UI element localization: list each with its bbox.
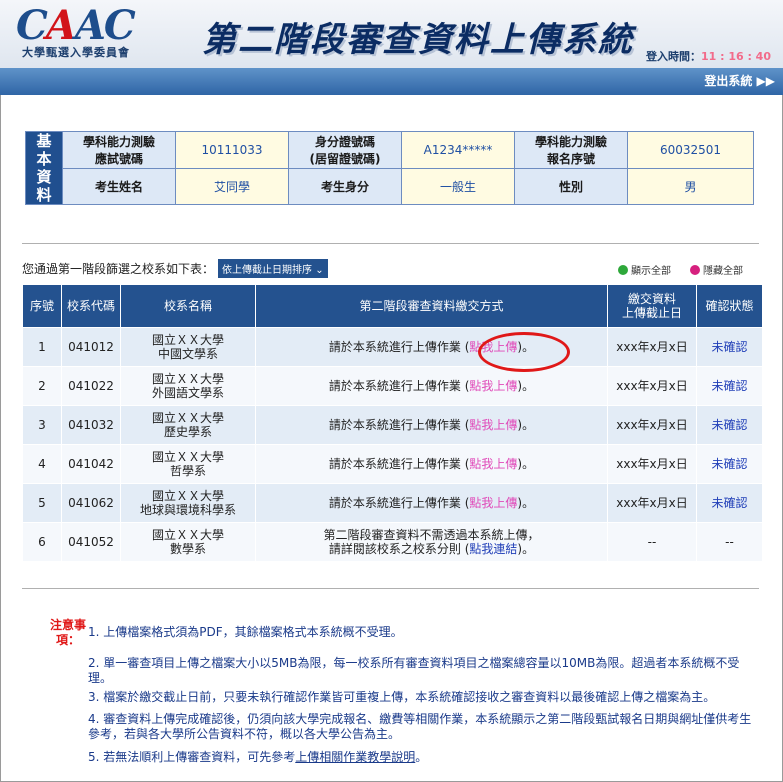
list-intro: 您通過第一階段篩選之校系如下表： 依上傳截止日期排序 ⌄	[22, 259, 328, 278]
caac-logo: CAAC 大學甄選入學委員會	[12, 2, 182, 60]
note-1: 1. 上傳檔案格式須為PDF，其餘檔案格式本系統概不受理。	[88, 625, 403, 639]
note-2: 2. 單一審查項目上傳之檔案大小以5MB為限，每一校系所有審查資料項目之檔案總容…	[88, 656, 740, 685]
col-header-deadline: 繳交資料 上傳截止日	[607, 284, 697, 328]
tutorial-link[interactable]: 上傳相關作業教學說明	[295, 750, 415, 764]
basic-info-table: 基本資料 學科能力測驗 應試號碼 10111033 身分證號碼 (居留證號碼) A1…	[25, 130, 754, 205]
sort-button[interactable]: 依上傳截止日期排序 ⌄	[218, 259, 328, 278]
nav-bar: 登出系統 ▶▶	[0, 68, 783, 95]
notes-label: 注意事 項：	[50, 618, 87, 647]
status-link[interactable]: 未確認	[711, 340, 747, 354]
gender-label: 性別	[514, 168, 628, 205]
table-row: 3 041032 國立ＸＸ大學 歷史學系 請於本系統進行上傳作業 (點我上傳)。 …	[22, 405, 763, 445]
divider	[22, 243, 759, 244]
hide-all-toggle[interactable]: 隱藏全部	[690, 262, 743, 277]
status-label: 考生身分	[288, 168, 402, 205]
status-link[interactable]: 未確認	[711, 496, 747, 510]
pink-dot-icon	[690, 265, 700, 275]
basic-info-side-label: 基本資料	[25, 131, 63, 205]
id-label: 身分證號碼 (居留證號碼)	[288, 130, 402, 170]
reg-value: 60032501	[627, 130, 754, 170]
upload-link[interactable]: 點我上傳	[469, 379, 517, 393]
name-value: 艾同學	[175, 168, 289, 205]
green-dot-icon	[618, 265, 628, 275]
id-value: A1234*****	[401, 130, 515, 170]
login-time: 登入時間：11 : 16 : 40	[645, 50, 771, 63]
upload-link[interactable]: 點我上傳	[469, 418, 517, 432]
note-3: 3. 檔案於繳交截止日前，只要未執行確認作業皆可重複上傳，本系統確認接收之審查資…	[88, 690, 716, 704]
status-link[interactable]: 未確認	[711, 418, 747, 432]
header: CAAC 大學甄選入學委員會 第二階段審查資料上傳系統 登入時間：11 : 16…	[0, 0, 783, 68]
note-5: 5. 若無法順利上傳審查資料，可先參考上傳相關作業教學說明。	[88, 750, 428, 764]
department-table: 序號 校系代碼 校系名稱 第二階段審查資料繳交方式 繳交資料 上傳截止日 確認狀態…	[22, 284, 763, 562]
divider	[22, 588, 759, 589]
logo-mark: CAAC	[16, 2, 136, 49]
status-value: 一般生	[401, 168, 515, 205]
exam-id-label: 學科能力測驗 應試號碼	[62, 130, 176, 170]
logo-subtitle: 大學甄選入學委員會	[22, 46, 130, 59]
reg-label: 學科能力測驗 報名序號	[514, 130, 628, 170]
highlight-circle	[478, 332, 570, 372]
logout-button[interactable]: 登出系統 ▶▶	[704, 72, 775, 89]
upload-link[interactable]: 點我上傳	[469, 496, 517, 510]
table-row: 4 041042 國立ＸＸ大學 哲學系 請於本系統進行上傳作業 (點我上傳)。 x…	[22, 444, 763, 484]
col-header-method: 第二階段審查資料繳交方式	[255, 284, 608, 328]
login-time-value: 11 : 16 : 40	[700, 50, 771, 63]
table-row: 1 041012 國立ＸＸ大學 中國文學系 請於本系統進行上傳作業 (點我上傳)。…	[22, 327, 763, 367]
upload-link[interactable]: 點我上傳	[469, 457, 517, 471]
col-header-no: 序號	[22, 284, 62, 328]
table-row: 2 041022 國立ＸＸ大學 外國語文學系 請於本系統進行上傳作業 (點我上傳)…	[22, 366, 763, 406]
show-all-toggle[interactable]: 顯示全部	[618, 262, 671, 277]
col-header-code: 校系代碼	[61, 284, 121, 328]
status-link[interactable]: 未確認	[711, 457, 747, 471]
note-4: 4. 審查資料上傳完成確認後，仍須向該大學完成報名、繳費等相關作業，本系統顯示之…	[88, 712, 752, 741]
status-link[interactable]: 未確認	[711, 379, 747, 393]
table-row: 5 041062 國立ＸＸ大學 地球與環境科學系 請於本系統進行上傳作業 (點我上…	[22, 483, 763, 523]
name-label: 考生姓名	[62, 168, 176, 205]
gender-value: 男	[627, 168, 754, 205]
col-header-status: 確認狀態	[696, 284, 763, 328]
table-row: 6 041052 國立ＸＸ大學 數學系 第二階段審查資料不需透過本系統上傳， 請詳閱…	[22, 522, 763, 562]
col-header-name: 校系名稱	[120, 284, 256, 328]
system-title: 第二階段審查資料上傳系統	[202, 20, 634, 60]
exam-id-value: 10111033	[175, 130, 289, 170]
link-button[interactable]: 點我連結	[469, 542, 517, 556]
